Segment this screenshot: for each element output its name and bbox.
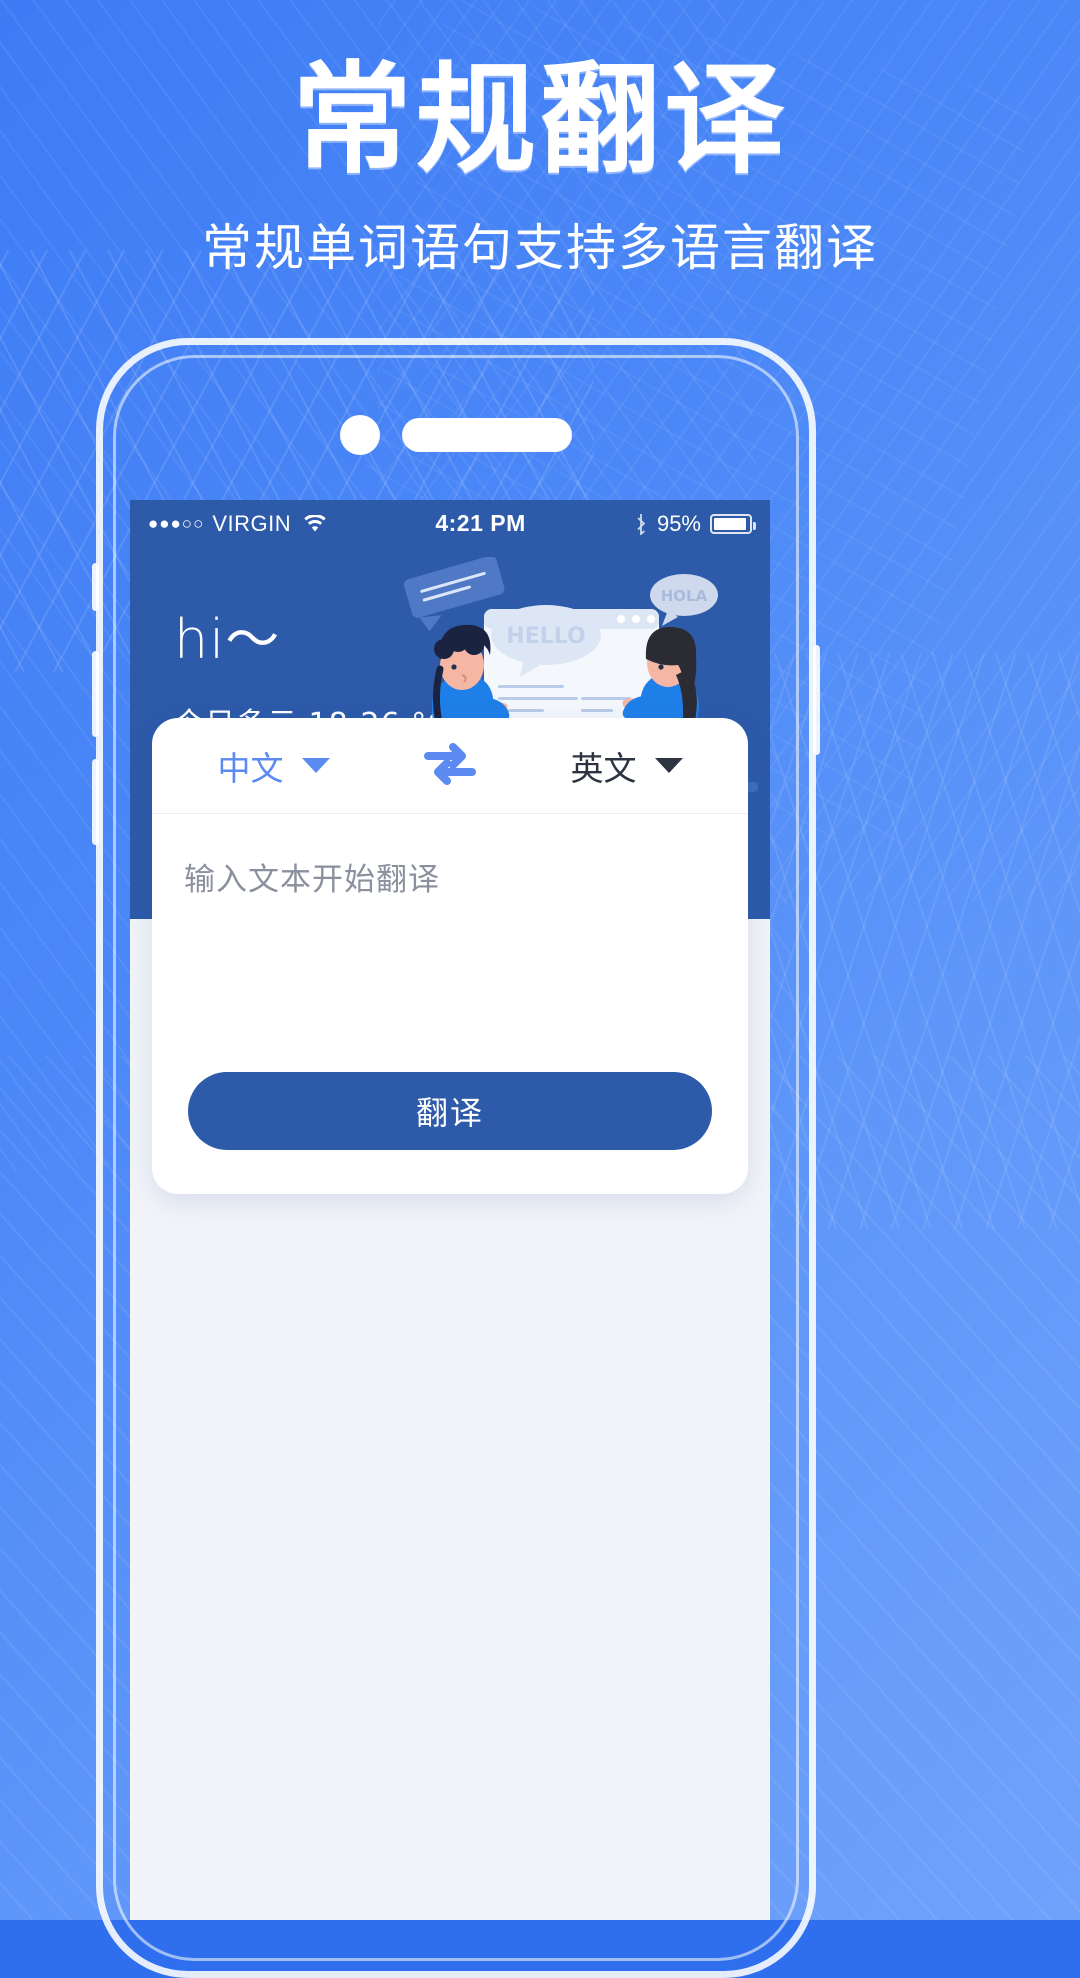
status-bar-right: 95% <box>634 510 756 537</box>
translate-card: 中文 英文 输入文本开始翻译 翻译 <box>152 718 748 1194</box>
translate-input-placeholder: 输入文本开始翻译 <box>184 862 440 898</box>
source-language-label: 中文 <box>217 748 284 788</box>
signal-strength-icon: ●●●○○ <box>148 513 205 533</box>
phone-volume-up-button <box>92 651 99 737</box>
greeting-text: hi～ <box>174 608 281 671</box>
svg-text:HOLA: HOLA <box>661 587 708 605</box>
translate-button[interactable]: 翻译 <box>188 1072 712 1150</box>
promo-text-block: 常规翻译 常规单词语句支持多语言翻译 <box>0 58 1080 280</box>
phone-earpiece <box>402 418 572 452</box>
battery-icon <box>710 513 756 534</box>
chevron-down-icon <box>654 758 683 773</box>
phone-mute-switch <box>92 563 99 611</box>
target-language-selector[interactable]: 英文 <box>505 742 748 790</box>
target-language-label: 英文 <box>570 748 637 788</box>
swap-languages-button[interactable] <box>395 742 505 790</box>
promo-title: 常规翻译 <box>292 51 788 190</box>
svg-text:HELLO: HELLO <box>506 624 585 649</box>
wifi-icon <box>303 514 327 533</box>
status-bar-clock: 4:21 PM <box>435 510 526 536</box>
phone-speaker-row <box>103 415 809 455</box>
phone-camera <box>340 415 380 455</box>
swap-horizontal-icon <box>422 742 478 790</box>
status-bar-left: ●●●○○ VIRGIN <box>148 511 327 537</box>
language-selector-row: 中文 英文 <box>152 718 748 814</box>
source-language-selector[interactable]: 中文 <box>152 742 395 790</box>
promo-subtitle: 常规单词语句支持多语言翻译 <box>202 219 878 277</box>
status-bar: ●●●○○ VIRGIN 4:21 PM 95% <box>130 500 770 547</box>
carrier-label: VIRGIN <box>212 510 292 536</box>
phone-power-button <box>813 645 820 755</box>
translate-input-area[interactable]: 输入文本开始翻译 <box>152 814 748 1072</box>
chevron-down-icon <box>301 758 330 773</box>
app-screen: ●●●○○ VIRGIN 4:21 PM 95% hi～ 今日多云 18 <box>130 500 770 1920</box>
translate-button-row: 翻译 <box>152 1072 748 1194</box>
battery-percent-label: 95% <box>656 510 701 536</box>
phone-volume-down-button <box>92 759 99 845</box>
bluetooth-icon <box>634 513 648 535</box>
